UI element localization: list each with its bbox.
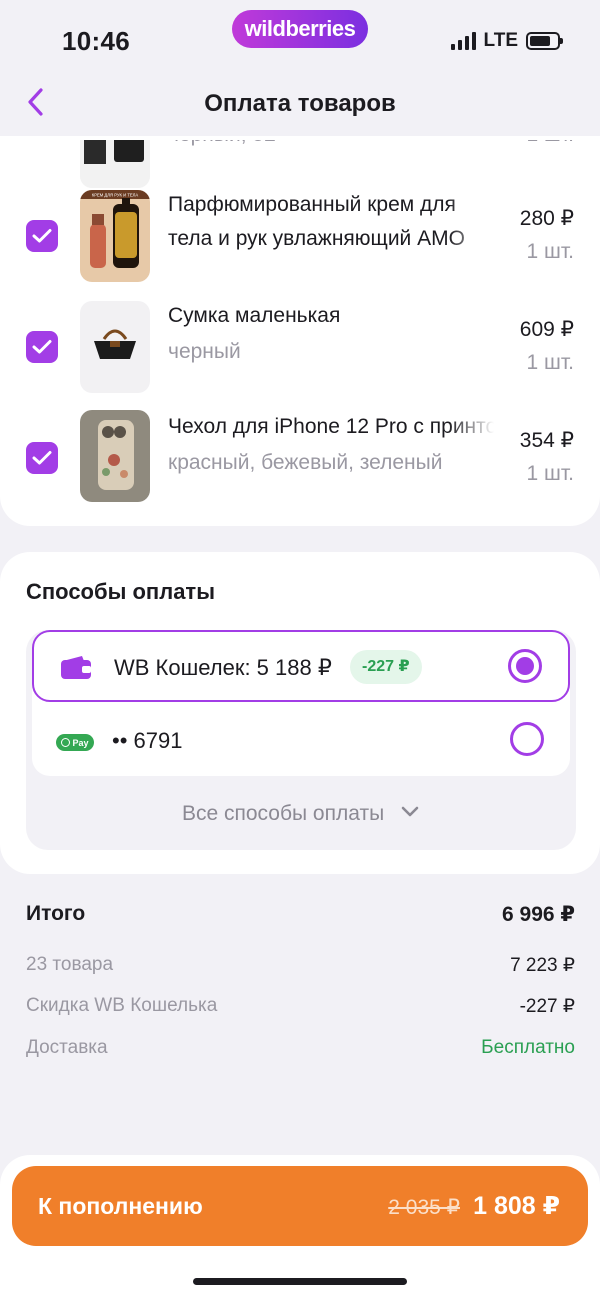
thumb-caption: КРЕМ ДЛЯ РУК И ТЕЛА bbox=[92, 193, 139, 198]
payment-methods-box: WB Кошелек: 5 188 ₽ -227 ₽ Pay •• 6791 В… bbox=[26, 630, 576, 850]
items-count-label: 23 товара bbox=[26, 954, 114, 975]
page-title: Оплата товаров bbox=[204, 90, 396, 117]
product-thumbnail-bag bbox=[80, 301, 150, 393]
payment-methods-section: Способы оплаты WB Кошелек: 5 188 ₽ -227 … bbox=[0, 552, 600, 874]
item-quantity: 1 шт. bbox=[526, 462, 575, 485]
total-label: Итого bbox=[26, 902, 86, 925]
order-items-list: черный, 52 1 шт. КРЕМ ДЛЯ РУК И ТЕЛА Пар… bbox=[0, 126, 600, 526]
wallet-label: WB Кошелек: 5 188 ₽ bbox=[114, 655, 332, 680]
payment-options: WB Кошелек: 5 188 ₽ -227 ₽ Pay •• 6791 bbox=[32, 630, 570, 776]
item-price: 280 ₽ bbox=[519, 207, 574, 230]
check-icon bbox=[32, 229, 52, 243]
status-bar: 10:46 wildberries LTE bbox=[0, 0, 600, 70]
check-icon bbox=[32, 340, 52, 354]
item-variant: черный bbox=[168, 340, 241, 363]
status-time: 10:46 bbox=[62, 26, 130, 56]
status-indicators: LTE bbox=[450, 30, 563, 52]
summary-total-row: Итого 6 996 ₽ bbox=[26, 902, 575, 926]
google-pay-icon: Pay bbox=[56, 734, 94, 751]
brand-logo: wildberries bbox=[232, 10, 368, 48]
top-up-button[interactable]: К пополнению 2 035 ₽ 1 808 ₽ bbox=[12, 1166, 588, 1246]
item-title: Сумка маленькая bbox=[168, 304, 341, 327]
home-indicator[interactable] bbox=[193, 1278, 407, 1285]
cta-label: К пополнению bbox=[38, 1193, 203, 1219]
item-checkbox[interactable] bbox=[26, 331, 58, 363]
all-payment-methods-button[interactable]: Все способы оплаты bbox=[26, 802, 576, 826]
payment-option-wb-wallet[interactable]: WB Кошелек: 5 188 ₽ -227 ₽ bbox=[32, 630, 570, 702]
check-icon bbox=[32, 451, 52, 465]
item-variant: красный, бежевый, зеленый bbox=[168, 451, 443, 474]
summary-delivery-row: Доставка Бесплатно bbox=[26, 1037, 575, 1059]
item-checkbox[interactable] bbox=[26, 442, 58, 474]
radio-selected[interactable] bbox=[508, 649, 542, 683]
product-thumbnail-phone-case bbox=[80, 410, 150, 502]
signal-icon bbox=[450, 32, 476, 50]
discount-badge: -227 ₽ bbox=[350, 650, 422, 684]
list-item[interactable]: КРЕМ ДЛЯ РУК И ТЕЛА Парфюмированный крем… bbox=[0, 188, 600, 284]
cta-price: 1 808 ₽ bbox=[473, 1192, 560, 1220]
battery-icon bbox=[526, 32, 563, 50]
total-value: 6 996 ₽ bbox=[502, 903, 575, 926]
discount-value: -227 ₽ bbox=[519, 996, 575, 1017]
item-price: 354 ₽ bbox=[519, 429, 574, 452]
wallet-icon bbox=[61, 656, 91, 679]
payment-option-card[interactable]: Pay •• 6791 bbox=[32, 704, 570, 776]
item-title-line: тела и рук увлажняющий AMO bbox=[168, 227, 465, 250]
delivery-label: Доставка bbox=[26, 1037, 108, 1058]
delivery-value: Бесплатно bbox=[481, 1037, 575, 1058]
summary-discount-row: Скидка WB Кошелька -227 ₽ bbox=[26, 995, 575, 1017]
item-price: 609 ₽ bbox=[519, 318, 574, 341]
bottom-action-bar: К пополнению 2 035 ₽ 1 808 ₽ bbox=[0, 1155, 600, 1297]
network-label: LTE bbox=[483, 30, 518, 51]
item-title: Чехол для iPhone 12 Pro с принтом bbox=[168, 415, 494, 438]
item-title-line: Парфюмированный крем для bbox=[168, 193, 456, 216]
list-item[interactable]: Сумка маленькая черный 609 ₽ 1 шт. bbox=[0, 299, 600, 395]
product-thumbnail-cream: КРЕМ ДЛЯ РУК И ТЕЛА bbox=[80, 190, 150, 282]
discount-label: Скидка WB Кошелька bbox=[26, 995, 218, 1016]
all-methods-label: Все способы оплаты bbox=[181, 802, 385, 825]
list-item[interactable]: Чехол для iPhone 12 Pro с принтом красны… bbox=[0, 410, 600, 506]
summary-items-row: 23 товара 7 223 ₽ bbox=[26, 954, 575, 976]
card-number: •• 6791 bbox=[112, 728, 183, 753]
item-quantity: 1 шт. bbox=[526, 351, 575, 374]
item-checkbox[interactable] bbox=[26, 220, 58, 252]
navigation-bar: Оплата товаров bbox=[0, 70, 600, 136]
chevron-down-icon bbox=[401, 807, 419, 817]
section-title: Способы оплаты bbox=[26, 579, 215, 604]
items-sum-value: 7 223 ₽ bbox=[510, 955, 575, 976]
item-quantity: 1 шт. bbox=[526, 240, 575, 263]
cta-old-price: 2 035 ₽ bbox=[388, 1196, 460, 1219]
radio-unselected[interactable] bbox=[510, 722, 544, 756]
